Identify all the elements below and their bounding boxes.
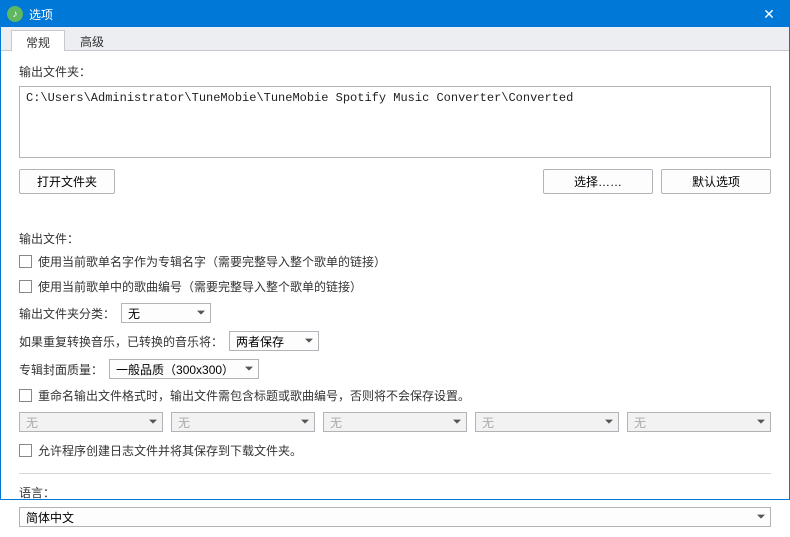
checkbox-playlist-as-album[interactable] (19, 255, 32, 268)
language-value: 简体中文 (26, 509, 74, 526)
choose-folder-button[interactable]: 选择…… (543, 169, 653, 194)
format-part-1: 无 (19, 412, 163, 432)
checkbox-allow-log[interactable] (19, 444, 32, 457)
format-part-5: 无 (627, 412, 771, 432)
duplicate-label: 如果重复转换音乐，已转换的音乐将： (19, 333, 223, 350)
titlebar: ♪ 选项 ✕ (1, 1, 789, 27)
duplicate-select[interactable]: 两者保存 (229, 331, 319, 351)
checkbox-rename-format[interactable] (19, 389, 32, 402)
tab-content: 输出文件夹： 打开文件夹 选择…… 默认选项 输出文件： 使用当前歌单名字作为专… (1, 51, 789, 537)
close-icon: ✕ (763, 6, 775, 23)
format-part-2: 无 (171, 412, 315, 432)
output-folder-path[interactable] (19, 86, 771, 158)
open-folder-button[interactable]: 打开文件夹 (19, 169, 115, 194)
output-folder-label: 输出文件夹： (19, 63, 771, 80)
checkbox-use-track-number[interactable] (19, 280, 32, 293)
window-title: 选项 (29, 6, 53, 23)
folder-category-label: 输出文件夹分类： (19, 305, 115, 322)
folder-category-value: 无 (128, 305, 140, 322)
language-select[interactable]: 简体中文 (19, 507, 771, 527)
default-options-button[interactable]: 默认选项 (661, 169, 771, 194)
format-part-4: 无 (475, 412, 619, 432)
format-part-3: 无 (323, 412, 467, 432)
label-allow-log: 允许程序创建日志文件并将其保存到下载文件夹。 (38, 442, 302, 459)
label-playlist-as-album: 使用当前歌单名字作为专辑名字（需要完整导入整个歌单的链接） (38, 253, 386, 270)
output-file-label: 输出文件： (19, 230, 771, 247)
separator (19, 473, 771, 474)
cover-quality-value: 一般品质（300x300） (116, 361, 234, 378)
tab-general[interactable]: 常规 (11, 30, 65, 51)
tab-advanced[interactable]: 高级 (65, 29, 119, 50)
tab-bar: 常规 高级 (1, 27, 789, 51)
cover-quality-select[interactable]: 一般品质（300x300） (109, 359, 259, 379)
label-use-track-number: 使用当前歌单中的歌曲编号（需要完整导入整个歌单的链接） (38, 278, 362, 295)
language-label: 语言： (19, 484, 771, 501)
close-button[interactable]: ✕ (749, 1, 789, 27)
label-rename-format: 重命名输出文件格式时，输出文件需包含标题或歌曲编号，否则将不会保存设置。 (38, 387, 470, 404)
app-icon: ♪ (7, 6, 23, 22)
folder-category-select[interactable]: 无 (121, 303, 211, 323)
duplicate-value: 两者保存 (236, 333, 284, 350)
cover-quality-label: 专辑封面质量： (19, 361, 103, 378)
